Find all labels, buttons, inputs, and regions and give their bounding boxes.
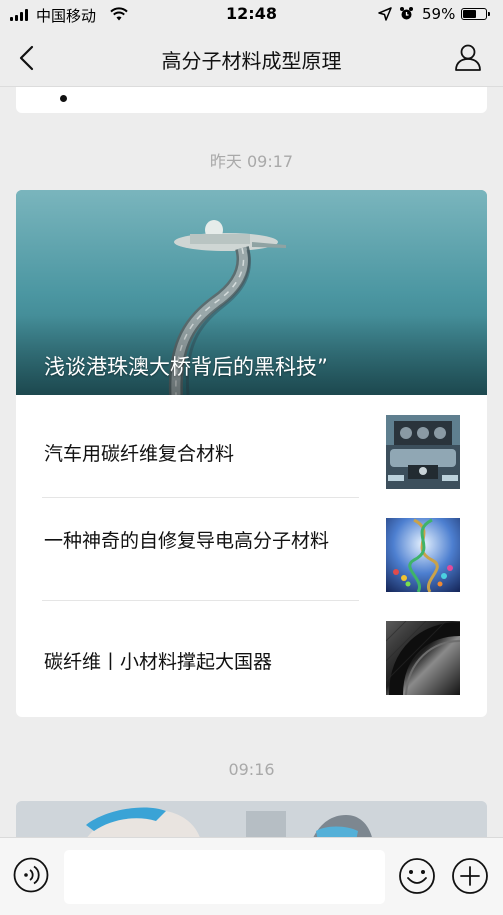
cover-article[interactable]: 浅谈港珠澳大桥背后的黑科技” xyxy=(16,190,487,395)
message-feed[interactable]: 昨天 09:17 浅谈港珠澳大桥背后的黑科技” 汽车用碳纤维复合材料 一种神奇的… xyxy=(0,87,503,837)
article-group-card: 浅谈港珠澳大桥背后的黑科技” 汽车用碳纤维复合材料 一种神奇的自修复导电高分子材… xyxy=(16,190,487,717)
battery-percentage: 59% xyxy=(422,5,456,23)
car-engine-image xyxy=(386,415,460,489)
previous-article-card[interactable] xyxy=(16,87,487,113)
status-bar: 中国移动 12:48 59% xyxy=(0,0,503,30)
article-item[interactable]: 汽车用碳纤维复合材料 xyxy=(16,395,487,498)
molecule-image xyxy=(386,518,460,592)
article-item[interactable]: 一种神奇的自修复导电高分子材料 xyxy=(16,498,487,601)
article-item[interactable]: 碳纤维丨小材料撑起大国器 xyxy=(16,601,487,717)
carbon-fiber-image xyxy=(386,621,460,695)
more-actions-button[interactable] xyxy=(451,857,489,895)
battery-icon xyxy=(461,8,490,20)
timestamp: 09:16 xyxy=(228,760,275,779)
article-title: 一种神奇的自修复导电高分子材料 xyxy=(44,530,330,552)
next-cover-image xyxy=(16,801,487,837)
article-title: 汽车用碳纤维复合材料 xyxy=(44,443,235,465)
bullet-dot xyxy=(60,95,67,102)
article-title: 碳纤维丨小材料撑起大国器 xyxy=(44,651,273,673)
message-input-bar xyxy=(0,837,503,915)
page-title: 高分子材料成型原理 xyxy=(161,49,342,73)
location-arrow-icon xyxy=(378,7,392,21)
timestamp: 昨天 09:17 xyxy=(209,152,294,171)
cover-article-title: 浅谈港珠澳大桥背后的黑科技” xyxy=(44,355,328,379)
voice-input-button[interactable] xyxy=(13,857,49,893)
profile-icon[interactable] xyxy=(453,42,483,72)
alarm-clock-icon xyxy=(400,7,413,20)
next-article-card[interactable] xyxy=(16,801,487,837)
emoji-button[interactable] xyxy=(398,857,436,895)
message-text-input[interactable] xyxy=(64,850,385,904)
navigation-bar: 高分子材料成型原理 xyxy=(0,30,503,87)
